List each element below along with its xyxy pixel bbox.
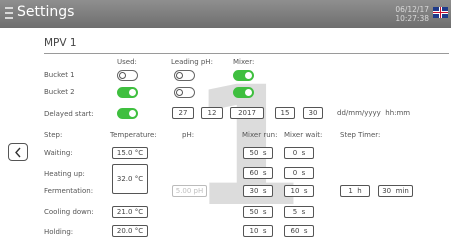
- heating-fermentation-temperature[interactable]: 32.0 °C: [112, 164, 148, 194]
- fermentation-mixer-run[interactable]: 30 s: [243, 185, 273, 197]
- time-text: 10:27:38: [395, 14, 429, 23]
- col-used: Used:: [117, 58, 137, 66]
- col-mixer-run: Mixer run:: [242, 131, 278, 139]
- bucket-2-used-toggle[interactable]: [117, 87, 138, 98]
- heating-mixer-wait[interactable]: 0 s: [284, 167, 314, 179]
- section-title: MPV 1: [44, 37, 77, 49]
- fermentation-mixer-wait[interactable]: 10 s: [284, 185, 314, 197]
- step-holding-label: Holding:: [44, 228, 74, 236]
- bucket-2-label: Bucket 2: [44, 88, 75, 96]
- col-leading-ph: Leading pH:: [171, 58, 213, 66]
- fermentation-timer-minutes[interactable]: 30 min: [378, 185, 413, 197]
- holding-temperature[interactable]: 20.0 °C: [112, 225, 148, 237]
- step-cooling-label: Cooling down:: [44, 208, 94, 216]
- bucket-2-leading-ph-toggle[interactable]: [174, 87, 195, 98]
- col-ph: pH:: [182, 131, 195, 139]
- delayed-start-year[interactable]: 2017: [230, 107, 264, 119]
- step-fermentation-label: Fermentation:: [44, 187, 94, 195]
- col-mixer-wait: Mixer wait:: [284, 131, 323, 139]
- delayed-start-toggle[interactable]: [117, 108, 138, 119]
- col-step: Step:: [44, 131, 63, 139]
- heating-mixer-run[interactable]: 60 s: [243, 167, 273, 179]
- holding-mixer-wait[interactable]: 60 s: [284, 225, 314, 237]
- hamburger-menu-icon[interactable]: [5, 7, 13, 21]
- col-temperature: Temperature:: [110, 131, 157, 139]
- date-text: 06/12/17: [395, 5, 429, 14]
- col-step-timer: Step Timer:: [340, 131, 381, 139]
- waiting-mixer-wait[interactable]: 0 s: [284, 147, 314, 159]
- cooling-mixer-run[interactable]: 50 s: [243, 206, 273, 218]
- step-heating-label: Heating up:: [44, 170, 85, 178]
- delayed-start-month[interactable]: 12: [201, 107, 223, 119]
- bucket-1-label: Bucket 1: [44, 71, 75, 79]
- holding-mixer-run[interactable]: 10 s: [243, 225, 273, 237]
- back-button[interactable]: [8, 143, 28, 161]
- uk-flag-icon[interactable]: [433, 7, 448, 18]
- delayed-start-hour[interactable]: 15: [275, 107, 295, 119]
- step-waiting-label: Waiting:: [44, 149, 73, 157]
- bucket-1-used-toggle[interactable]: [117, 70, 138, 81]
- col-mixer: Mixer:: [233, 58, 255, 66]
- waiting-temperature[interactable]: 15.0 °C: [112, 147, 148, 159]
- date-format-hint: dd/mm/yyyy hh:mm: [337, 109, 411, 117]
- delayed-start-label: Delayed start:: [44, 110, 94, 118]
- delayed-start-minute[interactable]: 30: [303, 107, 323, 119]
- page-title: Settings: [17, 4, 75, 20]
- cooling-temperature[interactable]: 21.0 °C: [112, 206, 148, 218]
- fermentation-timer-hours[interactable]: 1 h: [340, 185, 370, 197]
- bucket-2-mixer-toggle[interactable]: [233, 87, 254, 98]
- bucket-1-leading-ph-toggle[interactable]: [174, 70, 195, 81]
- bucket-1-mixer-toggle[interactable]: [233, 70, 254, 81]
- fermentation-ph[interactable]: 5.00 pH: [172, 185, 207, 197]
- header-bar: Settings 06/12/17 10:27:38: [0, 0, 451, 28]
- cooling-mixer-wait[interactable]: 5 s: [284, 206, 314, 218]
- chevron-left-icon: [15, 147, 21, 158]
- delayed-start-day[interactable]: 27: [172, 107, 194, 119]
- waiting-mixer-run[interactable]: 50 s: [243, 147, 273, 159]
- datetime-display: 06/12/17 10:27:38: [395, 5, 429, 23]
